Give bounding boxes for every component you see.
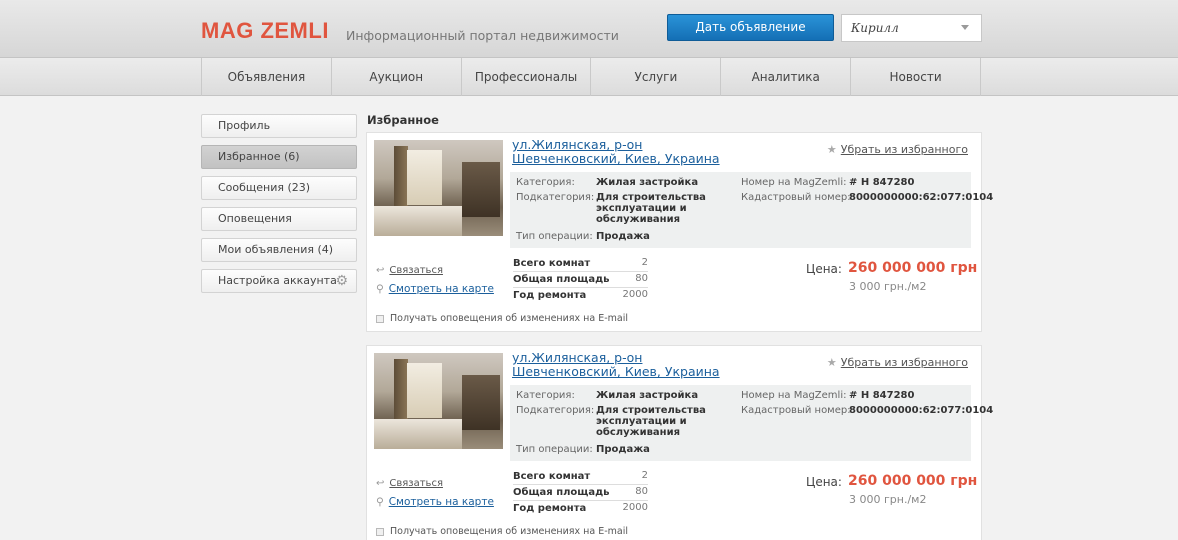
sidebar-item-messages[interactable]: Сообщения (23)	[201, 176, 357, 200]
listing-number-value: # Н 847280	[849, 177, 915, 188]
repair-year-label: Год ремонта	[513, 503, 587, 514]
repair-year-value: 2000	[622, 289, 648, 300]
contact-link[interactable]: ↩ Связаться	[376, 265, 443, 276]
category-value: Жилая застройка	[596, 177, 699, 188]
nav-item-professionals[interactable]: Профессионалы	[462, 58, 592, 96]
subcategory-value: Для строительства эксплуатации и обслужи…	[596, 192, 706, 225]
listing-details: Категория: Жилая застройка Подкатегория:…	[510, 172, 993, 248]
email-notify-checkbox[interactable]: Получать оповещения об изменениях на E-m…	[376, 526, 628, 537]
nav-item-news[interactable]: Новости	[851, 58, 981, 96]
sidebar-item-my-ads[interactable]: Мои объявления (4)	[201, 238, 357, 262]
subcategory-label: Подкатегория:	[516, 192, 595, 203]
operation-value: Продажа	[596, 444, 650, 455]
price-value: 260 000 000 грн	[848, 260, 978, 276]
main-nav: Объявления Аукцион Профессионалы Услуги …	[0, 58, 1178, 96]
site-tagline: Информационный портал недвижимости	[346, 28, 619, 43]
view-on-map-label: Смотреть на карте	[388, 496, 494, 508]
listing-photo[interactable]	[374, 140, 503, 236]
cadastral-label: Кадастровый номер:	[741, 405, 851, 416]
repair-year-value: 2000	[622, 502, 648, 513]
area-value: 80	[635, 273, 648, 284]
gear-icon: ⚙	[335, 273, 348, 289]
cadastral-value: 8000000000:62:077:0104	[849, 405, 994, 416]
operation-label: Тип операции:	[516, 444, 593, 455]
email-notify-label: Получать оповещения об изменениях на E-m…	[390, 313, 628, 324]
repair-year-label: Год ремонта	[513, 290, 587, 301]
listing-number-value: # Н 847280	[849, 390, 915, 401]
post-ad-button[interactable]: Дать объявление	[667, 14, 834, 41]
nav-item-services[interactable]: Услуги	[591, 58, 722, 96]
checkbox-icon	[376, 527, 384, 536]
sidebar-item-label: Настройка аккаунта	[218, 274, 337, 287]
category-label: Категория:	[516, 390, 575, 401]
sidebar-item-favorites[interactable]: Избранное (6)	[201, 145, 357, 169]
account-sidebar: Профиль Избранное (6) Сообщения (23) Опо…	[201, 114, 357, 300]
price-per-m2: 3 000 грн./м2	[849, 493, 927, 506]
sidebar-item-account-settings[interactable]: Настройка аккаунта ⚙	[201, 269, 357, 293]
area-label: Общая площадь	[513, 487, 610, 498]
site-logo[interactable]: MAG ZEMLI	[201, 18, 329, 44]
subcategory-label: Подкатегория:	[516, 405, 595, 416]
area-label: Общая площадь	[513, 274, 610, 285]
remove-favorite-link[interactable]: ★ Убрать из избранного	[827, 143, 968, 156]
category-value: Жилая застройка	[596, 390, 699, 401]
map-pin-icon: ⚲	[376, 283, 384, 295]
site-header: MAG ZEMLI Информационный портал недвижим…	[0, 0, 1178, 58]
rooms-value: 2	[641, 257, 648, 268]
cadastral-value: 8000000000:62:077:0104	[849, 192, 994, 203]
listing-details: Категория: Жилая застройка Подкатегория:…	[510, 385, 993, 461]
page-title: Избранное	[367, 113, 439, 127]
listing-address-link[interactable]: ул.Жилянская, р-он Шевченковский, Киев, …	[512, 138, 752, 166]
listing-address-link[interactable]: ул.Жилянская, р-он Шевченковский, Киев, …	[512, 351, 752, 379]
nav-item-analytics[interactable]: Аналитика	[721, 58, 852, 96]
remove-favorite-link[interactable]: ★ Убрать из избранного	[827, 356, 968, 369]
view-on-map-label: Смотреть на карте	[388, 283, 494, 295]
contact-label: Связаться	[389, 265, 443, 276]
operation-value: Продажа	[596, 231, 650, 242]
view-on-map-link[interactable]: ⚲ Смотреть на карте	[376, 283, 494, 295]
checkbox-icon	[376, 314, 384, 323]
contact-label: Связаться	[389, 478, 443, 489]
user-menu-select[interactable]: Кирилл	[841, 14, 982, 42]
reply-icon: ↩	[376, 478, 385, 489]
listing-photo[interactable]	[374, 353, 503, 449]
area-value: 80	[635, 486, 648, 497]
sidebar-item-notifications[interactable]: Оповещения	[201, 207, 357, 231]
email-notify-checkbox[interactable]: Получать оповещения об изменениях на E-m…	[376, 313, 628, 324]
nav-item-ads[interactable]: Объявления	[202, 58, 332, 96]
listing-number-label: Номер на MagZemli:	[741, 390, 847, 401]
contact-link[interactable]: ↩ Связаться	[376, 478, 443, 489]
cadastral-label: Кадастровый номер:	[741, 192, 851, 203]
price-value: 260 000 000 грн	[848, 473, 978, 489]
listing-card: ул.Жилянская, р-он Шевченковский, Киев, …	[366, 345, 993, 540]
sidebar-item-profile[interactable]: Профиль	[201, 114, 357, 138]
operation-label: Тип операции:	[516, 231, 593, 242]
user-name: Кирилл	[851, 21, 899, 35]
nav-item-auction[interactable]: Аукцион	[332, 58, 462, 96]
rooms-label: Всего комнат	[513, 258, 591, 269]
star-icon: ★	[826, 143, 837, 156]
rooms-value: 2	[641, 470, 648, 481]
remove-favorite-label: Убрать из избранного	[840, 356, 968, 369]
price-label: Цена:	[806, 475, 842, 489]
star-icon: ★	[826, 356, 837, 369]
remove-favorite-label: Убрать из избранного	[840, 143, 968, 156]
chevron-down-icon	[961, 25, 969, 30]
subcategory-value: Для строительства эксплуатации и обслужи…	[596, 405, 706, 438]
price-label: Цена:	[806, 262, 842, 276]
email-notify-label: Получать оповещения об изменениях на E-m…	[390, 526, 628, 537]
category-label: Категория:	[516, 177, 575, 188]
rooms-label: Всего комнат	[513, 471, 591, 482]
listing-card: ул.Жилянская, р-он Шевченковский, Киев, …	[366, 132, 993, 332]
listing-number-label: Номер на MagZemli:	[741, 177, 847, 188]
view-on-map-link[interactable]: ⚲ Смотреть на карте	[376, 496, 494, 508]
reply-icon: ↩	[376, 265, 385, 276]
map-pin-icon: ⚲	[376, 496, 384, 508]
price-per-m2: 3 000 грн./м2	[849, 280, 927, 293]
